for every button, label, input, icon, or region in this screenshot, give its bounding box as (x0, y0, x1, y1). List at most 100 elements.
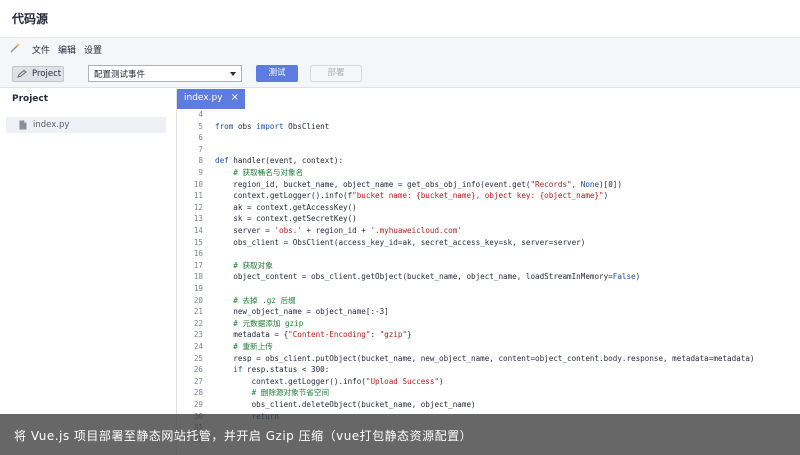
menu-file[interactable]: 文件 (32, 43, 50, 56)
file-icon (19, 120, 27, 130)
code-line[interactable]: 16 (177, 248, 800, 260)
tab-index-py[interactable]: index.py × (177, 89, 245, 109)
sidebar-header: Project (12, 94, 49, 104)
line-number: 8 (198, 156, 203, 166)
menu-settings[interactable]: 设置 (84, 43, 102, 56)
close-icon[interactable]: × (231, 93, 239, 103)
line-number: 11 (193, 191, 203, 201)
code-text: metadata = {"Content-Encoding": "gzip"} (215, 330, 412, 340)
title-bar: 代码源 (0, 0, 800, 37)
line-number: 16 (193, 249, 203, 259)
code-text: region_id, bucket_name, object_name = ge… (215, 179, 622, 189)
line-number: 28 (193, 388, 203, 398)
code-line[interactable]: 27 context.getLogger().info("Upload Succ… (177, 376, 800, 388)
file-item-index-py[interactable]: index.py (6, 117, 166, 133)
code-line[interactable]: 15 obs_client = ObsClient(access_key_id=… (177, 237, 800, 249)
line-number: 10 (193, 179, 203, 189)
code-text: ak = context.getAccessKey() (215, 202, 357, 212)
chevron-down-icon (230, 72, 236, 76)
code-text: context.getLogger().info(f"bucket name: … (215, 191, 609, 201)
code-line[interactable]: 24 # 重新上传 (177, 341, 800, 353)
code-text: obs_client.deleteObject(bucket_name, obj… (215, 400, 476, 409)
app-title: 代码源 (12, 12, 49, 26)
code-line[interactable]: 8 def handler(event, context): (177, 155, 800, 167)
code-line[interactable]: 25 resp = obs_client.putObject(bucket_na… (177, 353, 800, 365)
test-event-select[interactable]: 配置测试事件 (88, 65, 242, 82)
line-number: 23 (193, 330, 203, 340)
line-number: 13 (193, 214, 203, 224)
code-text: # 获取对象 (233, 260, 273, 270)
code-line[interactable]: 19 (177, 283, 800, 295)
code-line[interactable]: 11 context.getLogger().info(f"bucket nam… (177, 190, 800, 202)
line-number: 15 (193, 237, 203, 247)
code-line[interactable]: 21 new_object_name = object_name[:-3] (177, 306, 800, 318)
code-text: def handler(event, context): (215, 156, 344, 166)
code-text: new_object_name = object_name[:-3] (215, 307, 389, 317)
code-editor[interactable]: 4 5 from obs import ObsClient 6 7 8 def handle… (177, 109, 800, 455)
test-event-value: 配置测试事件 (94, 70, 146, 80)
code-line[interactable]: 6 (177, 132, 800, 144)
caption-overlay: 将 Vue.js 项目部署至静态网站托管，并开启 Gzip 压缩（vue打包静态… (0, 414, 800, 455)
code-line[interactable]: 13 sk = context.getSecretKey() (177, 213, 800, 225)
code-text: server = 'obs.' + region_id + '.myhuawei… (215, 226, 462, 235)
code-line[interactable]: 10 region_id, bucket_name, object_name =… (177, 179, 800, 191)
line-number: 7 (198, 144, 203, 154)
code-text: # 删除源对象节省空间 (251, 388, 330, 398)
line-number: 19 (193, 284, 203, 293)
pencil-icon (17, 69, 28, 78)
code-line[interactable]: 28 # 删除源对象节省空间 (177, 387, 800, 399)
line-number: 20 (193, 295, 203, 305)
code-text: if resp.status < 300: (233, 365, 330, 375)
code-line[interactable]: 14 server = 'obs.' + region_id + '.myhua… (177, 225, 800, 237)
line-number: 4 (198, 110, 203, 119)
code-line[interactable]: 18 object_content = obs_client.getObject… (177, 271, 800, 283)
line-number: 27 (193, 376, 203, 386)
line-number: 26 (193, 365, 203, 375)
line-number: 21 (193, 307, 203, 317)
project-sidebar: Project index.py (0, 89, 177, 455)
line-number: 22 (193, 318, 203, 328)
line-number: 12 (193, 202, 203, 212)
toolbar: Project 配置测试事件 测试 部署 (0, 60, 800, 88)
line-number: 9 (198, 168, 203, 177)
line-number: 29 (193, 400, 203, 409)
code-text: object_content = obs_client.getObject(bu… (215, 272, 641, 282)
code-line[interactable]: 26 if resp.status < 300: (177, 364, 800, 376)
code-text: from obs import ObsClient (215, 121, 330, 131)
magic-wand-icon[interactable] (9, 42, 21, 54)
menu-bar: 文件 编辑 设置 (0, 37, 800, 60)
line-number: 6 (198, 133, 203, 143)
line-number: 24 (193, 342, 203, 351)
code-text: resp = obs_client.putObject(bucket_name,… (215, 353, 755, 363)
code-text: sk = context.getSecretKey() (215, 214, 357, 224)
deploy-button[interactable]: 部署 (310, 65, 362, 82)
editor-tabs: index.py × (177, 89, 800, 109)
line-number: 14 (193, 226, 203, 235)
tab-label: index.py (184, 93, 223, 103)
test-button[interactable]: 测试 (256, 65, 298, 82)
code-text: # 重新上传 (233, 342, 273, 351)
code-line[interactable]: 22 # 元数据添加 gzip (177, 318, 800, 330)
code-text: # 获取桶名与对象名 (233, 168, 304, 177)
code-line[interactable]: 4 (177, 109, 800, 121)
code-text: # 去掉 .gz 后缀 (233, 295, 296, 305)
code-line[interactable]: 7 (177, 144, 800, 156)
code-line[interactable]: 29 obs_client.deleteObject(bucket_name, … (177, 399, 800, 411)
line-number: 17 (193, 260, 203, 270)
code-line[interactable]: 17 # 获取对象 (177, 260, 800, 272)
code-text: # 元数据添加 gzip (233, 318, 304, 328)
project-toggle-button[interactable]: Project (12, 66, 64, 82)
project-label: Project (32, 69, 62, 79)
menu-edit[interactable]: 编辑 (58, 43, 76, 56)
caption-text: 将 Vue.js 项目部署至静态网站托管，并开启 Gzip 压缩（vue打包静态… (14, 429, 473, 443)
code-text: context.getLogger().info("Upload Success… (215, 376, 444, 386)
code-line[interactable]: 9 # 获取桶名与对象名 (177, 167, 800, 179)
file-name: index.py (33, 120, 70, 130)
code-line[interactable]: 23 metadata = {"Content-Encoding": "gzip… (177, 329, 800, 341)
line-number: 5 (198, 121, 203, 131)
code-line[interactable]: 5 from obs import ObsClient (177, 121, 800, 133)
code-text: obs_client = ObsClient(access_key_id=ak,… (215, 237, 586, 247)
code-line[interactable]: 12 ak = context.getAccessKey() (177, 202, 800, 214)
code-line[interactable]: 20 # 去掉 .gz 后缀 (177, 295, 800, 307)
line-number: 18 (193, 272, 203, 282)
